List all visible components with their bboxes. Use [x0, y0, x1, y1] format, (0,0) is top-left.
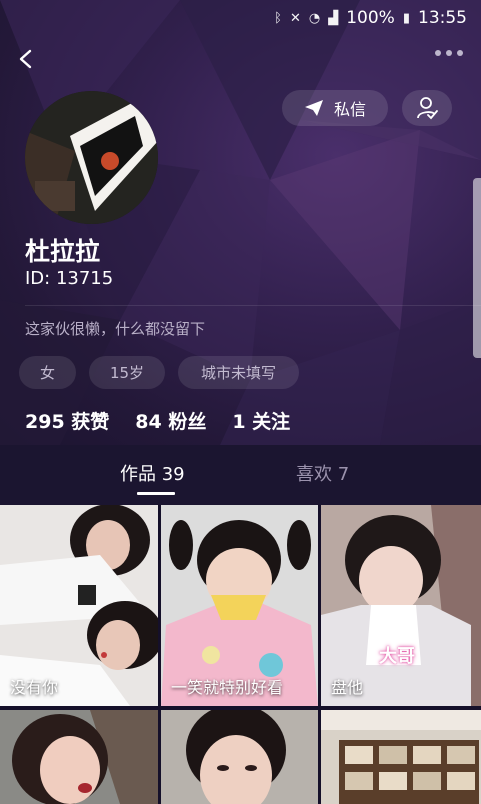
thumbnail-image: [321, 710, 481, 804]
likes-count[interactable]: 295 获赞: [25, 407, 109, 434]
side-scroll-handle[interactable]: [473, 178, 481, 358]
video-thumbnail[interactable]: 一笑就特别好看: [161, 505, 318, 706]
tag-city: 城市未填写: [178, 356, 299, 389]
tab-works[interactable]: 作品 39: [120, 460, 185, 486]
video-thumbnail[interactable]: [161, 710, 318, 804]
mute-icon: ✕: [289, 10, 301, 26]
more-options-button[interactable]: [435, 50, 463, 56]
private-message-label: 私信: [333, 100, 366, 119]
bluetooth-icon: ᛒ: [274, 10, 282, 26]
more-dots-icon: [435, 50, 441, 56]
video-thumbnail[interactable]: [0, 710, 158, 804]
thumbnail-image: [161, 710, 318, 804]
clock: 13:55: [418, 8, 467, 28]
profile-tags: 女 15岁 城市未填写: [19, 356, 299, 389]
active-tab-indicator: [137, 492, 175, 495]
follow-button[interactable]: [402, 90, 452, 126]
profile-bio: 这家伙很懒，什么都没留下: [25, 320, 206, 338]
avatar[interactable]: [25, 91, 158, 224]
battery-icon: ▮: [402, 10, 410, 26]
video-thumbnail[interactable]: 没有你: [0, 505, 158, 706]
video-caption: 没有你: [10, 678, 59, 697]
back-button[interactable]: [10, 44, 40, 74]
video-thumbnail[interactable]: [321, 710, 481, 804]
overlay-text: 大哥: [379, 646, 415, 667]
tag-gender: 女: [19, 356, 76, 389]
avatar-image: [25, 91, 158, 224]
send-icon: [304, 100, 323, 116]
video-caption: 一笑就特别好看: [171, 678, 284, 697]
profile-stats: 295 获赞 84 粉丝 1 关注: [25, 407, 290, 434]
thumbnail-image: [0, 710, 158, 804]
wifi-icon: ◔: [308, 10, 321, 26]
profile-name: 杜拉拉: [25, 237, 101, 266]
tab-likes[interactable]: 喜欢 7: [296, 460, 349, 486]
tag-age: 15岁: [89, 356, 165, 389]
private-message-button[interactable]: 私信: [282, 90, 388, 126]
content-tabs: 作品 39 喜欢 7: [0, 445, 481, 505]
video-thumbnail[interactable]: 大哥 盘他: [321, 505, 481, 706]
divider: [25, 305, 481, 306]
chevron-left-icon: [19, 49, 32, 69]
video-grid: 没有你 一笑就特别好看 大哥 盘他: [0, 505, 481, 804]
user-check-icon: [417, 97, 438, 120]
profile-id: ID: 13715: [25, 268, 114, 289]
profile-header: ᛒ ✕ ◔ ▟ 100% ▮ 13:55 私信 杜拉拉 ID: 13715 这家…: [0, 0, 481, 445]
status-bar: ᛒ ✕ ◔ ▟ 100% ▮ 13:55: [0, 0, 481, 36]
battery-level: 100%: [346, 8, 395, 28]
signal-icon: ▟: [328, 10, 339, 26]
video-caption: 盘他: [331, 678, 364, 697]
following-count[interactable]: 1 关注: [232, 407, 290, 434]
fans-count[interactable]: 84 粉丝: [135, 407, 206, 434]
